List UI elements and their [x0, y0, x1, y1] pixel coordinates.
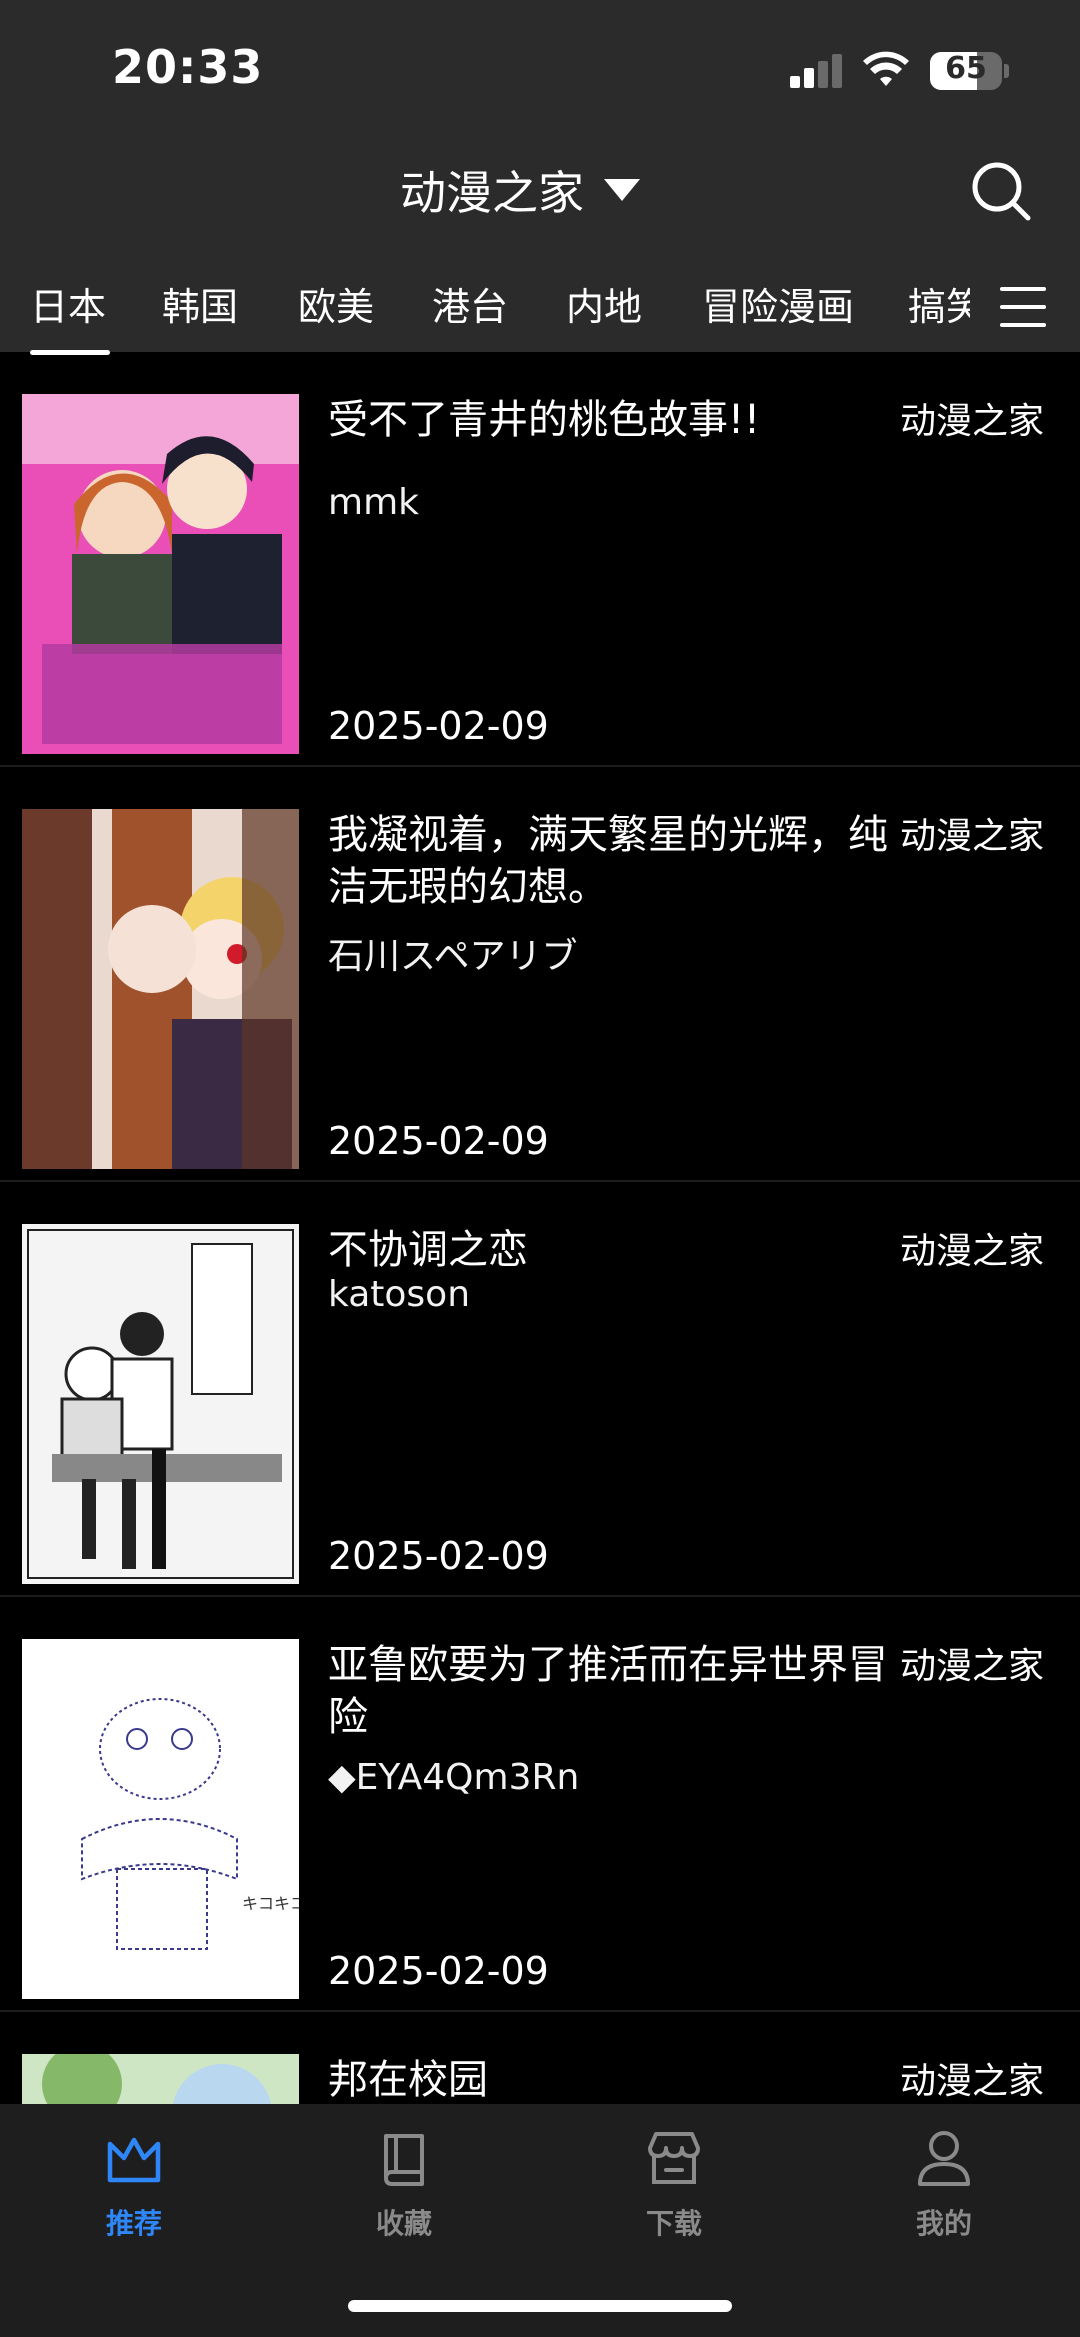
comic-date: 2025-02-09 [328, 704, 549, 748]
tab-download[interactable]: 下载 [594, 2126, 754, 2266]
status-time: 20:33 [112, 40, 264, 94]
comic-source: 动漫之家 [900, 401, 1045, 442]
battery-percent: 65 [945, 51, 987, 86]
tab-favorites[interactable]: 收藏 [324, 2126, 484, 2266]
search-icon[interactable] [970, 160, 1034, 224]
comic-date: 2025-02-09 [328, 1119, 549, 1163]
comic-title: 我凝视着，满天繁星的光辉，纯洁无瑕的幻想。 [328, 812, 888, 910]
tab-label: 我的 [915, 2207, 972, 2240]
header-title: 动漫之家 [400, 166, 584, 220]
battery-indicator: 65 [930, 50, 1010, 92]
comic-author: 石川スペアリブ [328, 936, 578, 977]
tab-comedy[interactable]: 搞笑 [908, 276, 970, 331]
wifi-icon [863, 51, 909, 86]
comic-author: katoson [328, 1274, 471, 1315]
comic-title: 邦在校园 [328, 2057, 488, 2103]
tab-comedy-clip: 搞笑 [908, 276, 970, 336]
tab-west[interactable]: 欧美 [298, 276, 374, 331]
comic-date: 2025-02-09 [328, 1949, 549, 1993]
list-item[interactable]: キコキコ 亚鲁欧要为了推活而在异世界冒险 ◆EYA4Qm3Rn 2025-02-… [0, 1597, 1080, 2012]
comic-date: 2025-02-09 [328, 1534, 549, 1578]
tab-hk-tw[interactable]: 港台 [432, 276, 508, 331]
comic-cover [22, 809, 299, 1169]
comic-cover [22, 1224, 299, 1584]
tab-recommend[interactable]: 推荐 [54, 2126, 214, 2266]
tab-japan[interactable]: 日本 [30, 276, 111, 355]
tab-adventure[interactable]: 冒险漫画 [702, 276, 854, 331]
menu-icon[interactable] [998, 284, 1048, 330]
comic-title: 亚鲁欧要为了推活而在异世界冒险 [328, 1642, 888, 1740]
tab-label: 推荐 [105, 2207, 162, 2240]
person-icon [918, 2131, 970, 2186]
tab-profile[interactable]: 我的 [864, 2126, 1024, 2266]
comic-cover [22, 2054, 299, 2104]
comic-author: mmk [328, 482, 419, 523]
store-icon [648, 2132, 700, 2184]
category-tabs: 日本 韩国 欧美 港台 内地 冒险漫画 搞笑 [0, 270, 1080, 355]
comic-title: 受不了青井的桃色故事!! [328, 397, 761, 443]
comic-source: 动漫之家 [900, 2061, 1045, 2102]
list-item[interactable]: 受不了青井的桃色故事!! mmk 2025-02-09 动漫之家 [0, 352, 1080, 767]
dropdown-caret-icon [604, 179, 640, 201]
signal-icon [790, 54, 842, 88]
comic-cover [22, 394, 299, 754]
comic-source: 动漫之家 [900, 1231, 1045, 1272]
source-selector[interactable]: 动漫之家 [400, 160, 642, 220]
comic-author: ◆EYA4Qm3Rn [328, 1757, 580, 1798]
app-screen: 20:33 65 动漫之家 日本 韩国 欧美 港台 内地 冒险漫画 搞笑 受不了… [0, 0, 1080, 2337]
list-item[interactable]: 不协调之恋 katoson 2025-02-09 动漫之家 [0, 1182, 1080, 1597]
comic-source: 动漫之家 [900, 816, 1045, 857]
crown-icon [107, 2137, 161, 2183]
tab-label: 收藏 [375, 2207, 432, 2240]
list-item[interactable]: 我凝视着，满天繁星的光辉，纯洁无瑕的幻想。 石川スペアリブ 2025-02-09… [0, 767, 1080, 1182]
top-bar: 20:33 65 动漫之家 日本 韩国 欧美 港台 内地 冒险漫画 搞笑 [0, 0, 1080, 355]
svg-text:キコキコ: キコキコ [242, 1894, 299, 1913]
list-item[interactable]: 邦在校园 动漫之家 [0, 2012, 1080, 2104]
status-bar: 20:33 65 [0, 0, 1080, 140]
home-indicator [348, 2300, 732, 2312]
tab-label: 下载 [645, 2207, 702, 2240]
book-icon [384, 2134, 424, 2186]
tab-korea[interactable]: 韩国 [162, 276, 238, 331]
comic-source: 动漫之家 [900, 1646, 1045, 1687]
comic-title: 不协调之恋 [328, 1227, 528, 1273]
comic-cover: キコキコ [22, 1639, 299, 1999]
tab-mainland[interactable]: 内地 [566, 276, 642, 331]
comic-list: 受不了青井的桃色故事!! mmk 2025-02-09 动漫之家 我凝视着，满天… [0, 352, 1080, 2104]
